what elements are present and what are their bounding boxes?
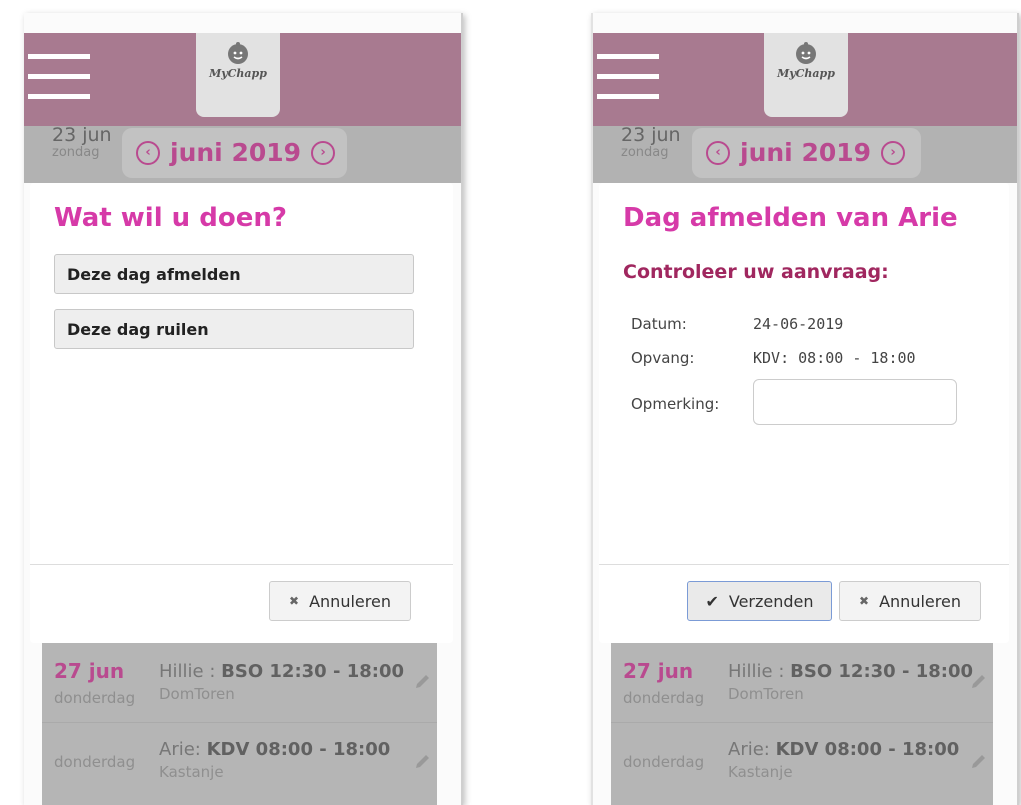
action-modal: Wat wil u doen? Deze dag afmelden Deze d…: [30, 183, 453, 643]
date-nav-bar: 23 jun zondag ‹ juni 2019 ›: [24, 124, 461, 183]
baby-face-icon: [228, 42, 248, 64]
current-date-day: 23 jun: [52, 124, 112, 146]
modal-title: Dag afmelden van Arie: [623, 203, 958, 233]
month-label: juni 2019: [740, 138, 872, 167]
menu-icon[interactable]: [597, 54, 659, 102]
row-child-name: Arie:: [728, 739, 770, 760]
cancel-button-label: Annuleren: [309, 591, 391, 611]
close-icon: ✖: [859, 594, 870, 608]
cancel-button[interactable]: ✖ Annuleren: [269, 581, 411, 621]
phone-screen-right: MyChapp 23 jun zondag ‹ juni 2019 › Dag …: [591, 13, 1019, 805]
schedule-list: 27 jun donderdag Hillie : BSO 12:30 - 18…: [42, 643, 437, 805]
opvang-value: KDV: 08:00 - 18:00: [753, 349, 916, 367]
top-bar: MyChapp: [593, 33, 1017, 126]
chevron-left-icon[interactable]: ‹: [706, 140, 730, 165]
month-selector: ‹ juni 2019 ›: [692, 128, 921, 178]
app-logo: MyChapp: [764, 33, 848, 117]
close-icon: ✖: [289, 594, 300, 608]
row-weekday: donderdag: [623, 689, 705, 707]
baby-face-icon: [796, 42, 816, 64]
row-date: 27 jun: [623, 659, 694, 683]
date-nav-bar: 23 jun zondag ‹ juni 2019 ›: [593, 124, 1017, 183]
row-slot: KDV 08:00 - 18:00: [206, 739, 391, 760]
datum-label: Datum:: [631, 315, 687, 333]
send-button[interactable]: ✔ Verzenden: [687, 581, 832, 621]
app-logo-text: MyChapp: [209, 67, 267, 80]
current-date-day: 23 jun: [621, 124, 681, 146]
opvang-label: Opvang:: [631, 349, 695, 367]
row-weekday: donderdag: [54, 689, 136, 707]
list-item[interactable]: donderdag Arie: KDV 08:00 - 18:00 Kastan…: [611, 722, 993, 801]
list-item[interactable]: 27 jun donderdag Hillie : BSO 12:30 - 18…: [611, 643, 993, 721]
current-date: 23 jun zondag: [52, 124, 112, 160]
remark-input[interactable]: [753, 379, 957, 425]
row-booking: Arie: KDV 08:00 - 18:00: [159, 739, 390, 760]
pencil-icon[interactable]: [969, 671, 989, 691]
swap-day-button[interactable]: Deze dag ruilen: [54, 309, 414, 349]
unregister-day-button[interactable]: Deze dag afmelden: [54, 254, 414, 294]
top-bar: MyChapp: [24, 33, 461, 126]
pencil-icon[interactable]: [969, 751, 989, 771]
cancel-button[interactable]: ✖ Annuleren: [839, 581, 981, 621]
row-child-name: Hillie :: [728, 661, 785, 682]
chevron-right-icon[interactable]: ›: [311, 140, 336, 165]
confirm-modal: Dag afmelden van Arie Controleer uw aanv…: [599, 183, 1009, 643]
row-booking: Hillie : BSO 12:30 - 18:00: [159, 661, 404, 682]
row-location: DomToren: [728, 685, 804, 703]
current-date-weekday: zondag: [621, 144, 669, 160]
row-location: Kastanje: [159, 763, 224, 781]
modal-footer: ✖ Annuleren: [30, 564, 453, 621]
send-button-label: Verzenden: [728, 591, 814, 611]
datum-value: 24-06-2019: [753, 315, 844, 333]
month-label: juni 2019: [170, 138, 302, 167]
chevron-right-icon[interactable]: ›: [881, 140, 906, 165]
modal-footer: ✔ Verzenden ✖ Annuleren: [599, 564, 1009, 621]
row-slot: KDV 08:00 - 18:00: [775, 739, 960, 760]
cancel-button-label: Annuleren: [879, 591, 961, 611]
pencil-icon[interactable]: [413, 671, 433, 691]
row-child-name: Arie:: [159, 739, 201, 760]
list-item[interactable]: donderdag Arie: KDV 08:00 - 18:00 Kastan…: [42, 722, 437, 801]
row-child-name: Hillie :: [159, 661, 216, 682]
opmerking-label: Opmerking:: [631, 395, 720, 413]
current-date-weekday: zondag: [52, 144, 100, 160]
month-selector: ‹ juni 2019 ›: [122, 128, 347, 178]
app-logo: MyChapp: [196, 33, 280, 117]
list-item[interactable]: 27 jun donderdag Hillie : BSO 12:30 - 18…: [42, 643, 437, 721]
row-location: Kastanje: [728, 763, 793, 781]
modal-subtitle: Controleer uw aanvraag:: [623, 261, 889, 283]
check-icon: ✔: [705, 591, 719, 611]
pencil-icon[interactable]: [413, 751, 433, 771]
row-weekday: donderdag: [623, 753, 705, 771]
row-weekday: donderdag: [54, 753, 136, 771]
modal-title: Wat wil u doen?: [54, 203, 287, 233]
app-logo-text: MyChapp: [777, 67, 835, 80]
row-date: 27 jun: [54, 659, 125, 683]
phone-screen-left: MyChapp 23 jun zondag ‹ juni 2019 › Wat …: [24, 13, 463, 805]
row-slot: BSO 12:30 - 18:00: [221, 661, 404, 682]
row-location: DomToren: [159, 685, 235, 703]
schedule-list: 27 jun donderdag Hillie : BSO 12:30 - 18…: [611, 643, 993, 805]
current-date: 23 jun zondag: [621, 124, 681, 160]
chevron-left-icon[interactable]: ‹: [136, 140, 160, 165]
row-booking: Hillie : BSO 12:30 - 18:00: [728, 661, 973, 682]
row-slot: BSO 12:30 - 18:00: [790, 661, 973, 682]
menu-icon[interactable]: [28, 54, 90, 102]
row-booking: Arie: KDV 08:00 - 18:00: [728, 739, 959, 760]
